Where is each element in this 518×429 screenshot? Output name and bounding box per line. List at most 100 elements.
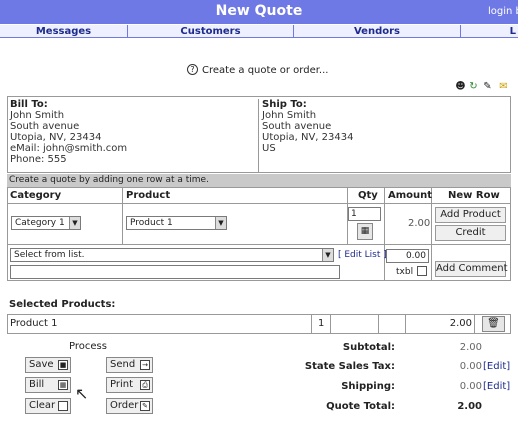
taxable-checkbox[interactable] (417, 266, 427, 276)
mouse-pointer-icon: ↖ (75, 384, 89, 403)
grid-line (474, 315, 475, 333)
login-link[interactable]: login b (488, 6, 518, 17)
shipping-value: 0.00 (459, 381, 482, 392)
notes-icon[interactable]: ✎ (482, 81, 493, 92)
send-button-label: Send (110, 359, 136, 370)
category-select-value: Category 1 (15, 218, 65, 228)
ship-to-heading: Ship To: (262, 99, 307, 110)
refresh-icon[interactable]: ↻ (468, 81, 479, 92)
grid-line (378, 315, 379, 333)
help-icon[interactable]: ? (187, 64, 198, 75)
header-new-row: New Row (448, 190, 500, 201)
bill-button[interactable]: Bill ▦ (25, 377, 71, 393)
chevron-down-icon: ▼ (322, 249, 333, 261)
send-icon: → (140, 360, 150, 370)
credit-button[interactable]: Credit (435, 225, 506, 241)
calculator-icon: ▦ (58, 380, 68, 390)
nav-bar: Messages Customers Vendors L (0, 24, 518, 38)
edit-shipping-link[interactable]: [Edit] (483, 381, 510, 392)
chevron-down-icon: ▼ (69, 217, 80, 229)
grid-line (311, 315, 312, 333)
person-icon[interactable]: ☻ (455, 81, 466, 92)
ship-to-line: South avenue (262, 121, 332, 132)
header-product: Product (126, 190, 171, 201)
address-panel: Bill To: John Smith South avenue Utopia,… (7, 96, 511, 173)
blank-page-icon (58, 401, 68, 411)
ship-to-line: US (262, 143, 276, 154)
subtotal-value: 2.00 (459, 342, 482, 353)
nav-item-vendors[interactable]: Vendors (294, 25, 461, 38)
bill-to-line: Phone: 555 (10, 154, 67, 165)
chevron-down-icon: ▼ (215, 217, 226, 229)
header-category: Category (10, 190, 62, 201)
calculator-icon[interactable]: ▦ (357, 223, 373, 240)
instruction-bar: Create a quote by adding one row at a ti… (7, 174, 511, 187)
comment-amount-input[interactable]: 0.00 (386, 249, 429, 263)
bill-to-line: Utopia, NV, 23434 (10, 132, 102, 143)
grid-line (8, 203, 510, 204)
comment-select-value: Select from list. (14, 250, 85, 260)
edit-tax-link[interactable]: [Edit] (483, 361, 510, 372)
header-qty: Qty (358, 190, 378, 201)
ship-to-line: Utopia, NV, 23434 (262, 132, 354, 143)
ship-to-line: John Smith (262, 110, 317, 121)
product-amount-cell: 2.00 (449, 318, 472, 329)
sales-tax-label: State Sales Tax: (304, 361, 395, 372)
grid-line (384, 188, 385, 280)
bill-button-label: Bill (29, 379, 45, 390)
product-select-value: Product 1 (130, 218, 173, 228)
quote-editor: Category Product Qty Amount New Row Cate… (7, 187, 511, 281)
product-select[interactable]: Product 1 ▼ (126, 216, 227, 230)
nav-item-more[interactable]: L (461, 25, 518, 38)
nav-item-messages[interactable]: Messages (0, 25, 128, 38)
page-title: New Quote (215, 3, 303, 19)
print-button-label: Print (110, 379, 134, 390)
quote-total-label: Quote Total: (326, 401, 395, 412)
process-heading: Process (69, 341, 107, 352)
order-button[interactable]: Order ✎ (106, 398, 153, 414)
bill-to-line: South avenue (10, 121, 80, 132)
help-prompt: ? Create a quote or order... (187, 64, 328, 76)
add-comment-button[interactable]: Add Comment (435, 261, 508, 277)
product-name-cell: Product 1 (10, 318, 58, 329)
grid-line (122, 188, 123, 244)
add-product-button[interactable]: Add Product (435, 207, 506, 223)
order-icon: ✎ (140, 401, 150, 411)
taxable-label: txbl (396, 267, 414, 277)
header-amount: Amount (388, 190, 433, 201)
save-button-label: Save (29, 359, 54, 370)
comment-select[interactable]: Select from list. ▼ (10, 248, 334, 262)
bill-to-line: John Smith (10, 110, 65, 121)
grid-line (330, 315, 331, 333)
shipping-label: Shipping: (341, 381, 395, 392)
grid-line (405, 315, 406, 333)
product-qty-cell: 1 (318, 318, 325, 329)
grid-line (8, 244, 510, 245)
category-select[interactable]: Category 1 ▼ (11, 216, 81, 230)
send-button[interactable]: Send → (106, 357, 153, 373)
clear-button[interactable]: Clear (25, 398, 71, 414)
subtotal-label: Subtotal: (342, 342, 395, 353)
print-button[interactable]: Print ⎙ (106, 377, 153, 393)
order-button-label: Order (110, 400, 139, 411)
clear-button-label: Clear (29, 400, 56, 411)
mail-icon[interactable]: ✉ (498, 81, 509, 92)
selected-products-heading: Selected Products: (9, 299, 116, 310)
comment-input[interactable] (10, 265, 340, 279)
bill-to-line: eMail: john@smith.com (10, 143, 128, 154)
floppy-icon: ■ (58, 360, 68, 370)
nav-item-customers[interactable]: Customers (128, 25, 294, 38)
ship-to-block: Ship To: John Smith South avenue Utopia,… (261, 99, 509, 172)
edit-list-link[interactable]: [ Edit List ] (338, 250, 387, 260)
bill-to-heading: Bill To: (10, 99, 48, 110)
printer-icon: ⎙ (140, 380, 150, 390)
quote-total-value: 2.00 (457, 401, 482, 412)
table-row: Product 1 1 2.00 🗑 (7, 314, 511, 334)
qty-input[interactable]: 1 (348, 207, 381, 221)
bill-to-block: Bill To: John Smith South avenue Utopia,… (9, 99, 259, 172)
delete-icon[interactable]: 🗑 (482, 316, 505, 332)
sales-tax-value: 0.00 (459, 361, 482, 372)
save-button[interactable]: Save ■ (25, 357, 71, 373)
help-text: Create a quote or order... (202, 65, 329, 76)
amount-value: 2.00 (408, 218, 431, 229)
